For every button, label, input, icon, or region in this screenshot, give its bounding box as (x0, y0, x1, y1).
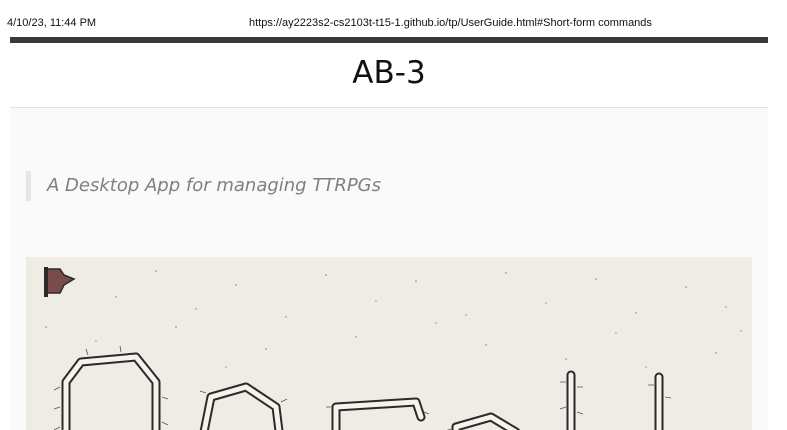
page: AB-3 A Desktop App for managing TTRPGs (10, 37, 768, 430)
print-url: https://ay2223s2-cs2103t-t15-1.github.io… (249, 17, 652, 29)
site-header: AB-3 (10, 43, 768, 108)
print-header: 4/10/23, 11:44 PM https://ay2223s2-cs210… (0, 0, 787, 36)
print-date: 4/10/23, 11:44 PM (7, 17, 97, 29)
site-title[interactable]: AB-3 (10, 55, 768, 91)
paper-texture (45, 270, 742, 368)
tagline-text: A Desktop App for managing TTRPGs (47, 175, 382, 196)
tagline: A Desktop App for managing TTRPGs (26, 171, 381, 201)
emblem-icon (44, 267, 76, 297)
banner-image (26, 257, 752, 430)
dungeon-map-logo (44, 267, 742, 430)
